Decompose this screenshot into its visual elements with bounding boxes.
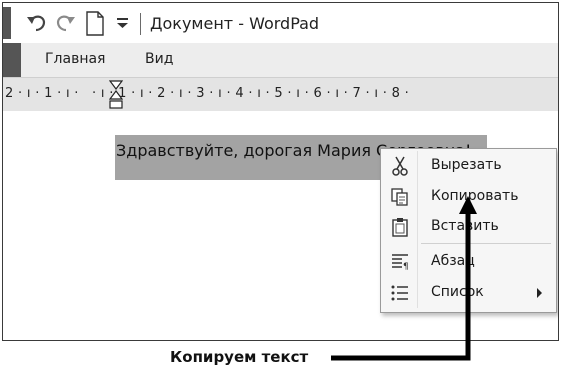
annotation-arrow (331, 196, 477, 361)
annotation-callout: Копируем текст (170, 348, 309, 366)
